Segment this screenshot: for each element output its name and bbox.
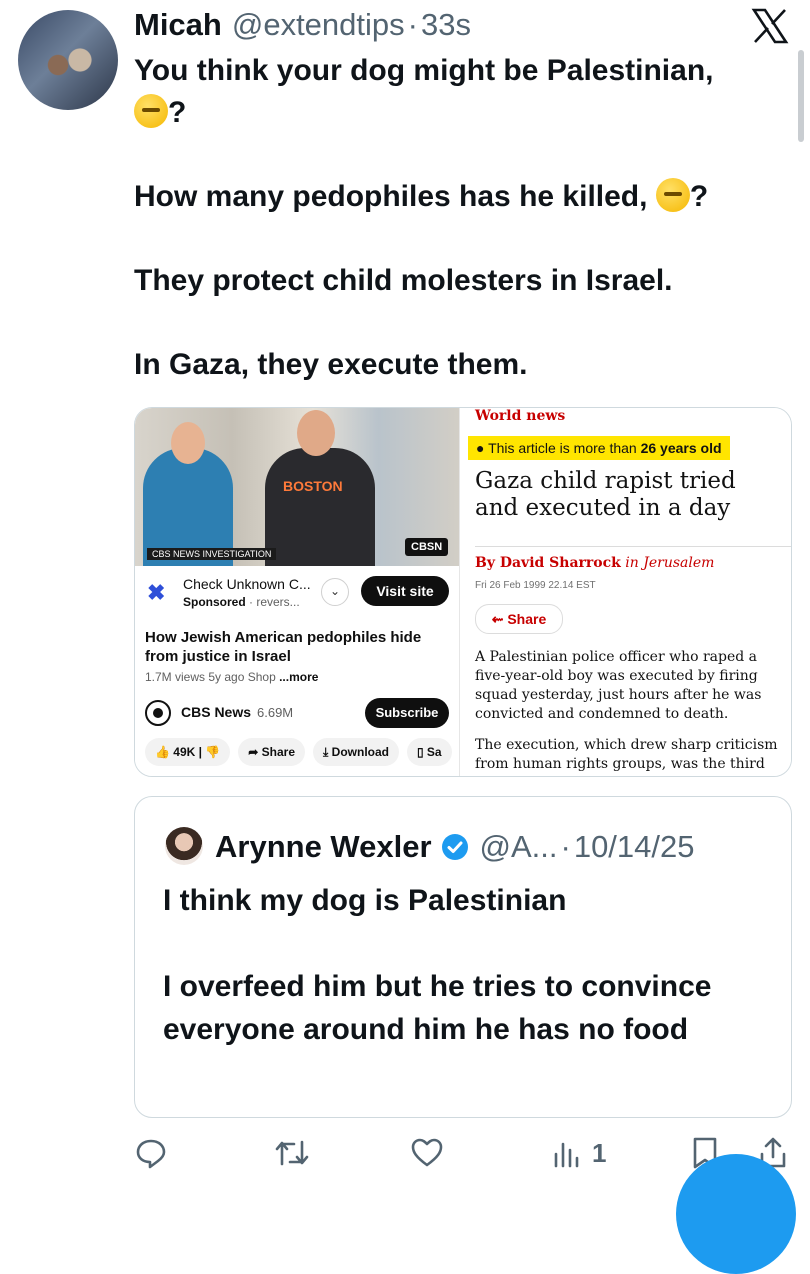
quoted-separator: ·	[560, 829, 571, 864]
article-paragraph-2: The execution, which drew sharp criticis…	[475, 737, 778, 772]
tweet-line-1: You think your dog might be Palestinian,	[134, 54, 714, 87]
quoted-tweet[interactable]: Arynne Wexler @A... · 10/14/25 I think m…	[134, 796, 792, 1118]
verified-badge-icon	[441, 834, 468, 860]
media-attachment[interactable]: BOSTON CBS NEWS INVESTIGATION CBSN ✖ Che…	[134, 407, 792, 777]
article-age-notice: ● This article is more than 26 years old	[468, 436, 730, 460]
tweet-header: Micah @extendtips · 33s	[134, 4, 471, 46]
tweet-line-3: How many pedophiles has he killed, ?	[134, 178, 709, 213]
article-share-button: ⇜ Share	[475, 604, 563, 634]
raised-eyebrow-emoji	[134, 94, 168, 128]
ad-row: ✖ Check Unknown C... Sponsored · revers.…	[135, 568, 459, 614]
channel-logo-icon	[145, 700, 171, 726]
x-logo-icon[interactable]	[750, 6, 790, 46]
video-meta: 1.7M views 5y ago Shop ...more	[145, 670, 319, 684]
retweet-button[interactable]	[274, 1130, 310, 1176]
article-byline: By David Sharrock in Jerusalem	[475, 555, 715, 571]
subscribe-button: Subscribe	[365, 698, 449, 728]
views-icon	[554, 1142, 579, 1168]
quoted-author-avatar	[165, 827, 203, 865]
tweet-text: You think your dog might be Palestinian,…	[134, 50, 794, 386]
like-chip: 👍 49K | 👎	[145, 738, 231, 766]
youtube-screenshot: BOSTON CBS NEWS INVESTIGATION CBSN ✖ Che…	[135, 408, 459, 776]
person-right	[265, 448, 375, 566]
section-label: World news	[475, 408, 566, 424]
article-date: Fri 26 Feb 1999 22.14 EST	[475, 580, 596, 591]
person-left-head	[171, 422, 205, 464]
retweet-icon	[275, 1140, 309, 1166]
views-count: 1	[592, 1137, 607, 1168]
quoted-author-name: Arynne Wexler	[215, 829, 432, 864]
investigation-badge: CBS NEWS INVESTIGATION	[147, 548, 277, 560]
like-button[interactable]	[410, 1130, 444, 1176]
video-title: How Jewish American pedophiles hide from…	[145, 629, 422, 665]
quoted-author-handle: @A...	[479, 829, 558, 864]
article-headline: Gaza child rapist tried and executed in …	[475, 468, 736, 521]
scrollbar[interactable]	[798, 50, 804, 142]
quoted-header: Arynne Wexler @A... · 10/14/25	[215, 827, 695, 867]
tweet-line-5: In Gaza, they execute them.	[134, 348, 528, 381]
video-thumbnail: BOSTON CBS NEWS INVESTIGATION CBSN	[135, 408, 459, 566]
reply-button[interactable]	[134, 1130, 168, 1176]
like-icon	[411, 1138, 443, 1167]
divider	[475, 546, 791, 547]
video-action-row: 👍 49K | 👎 ➦ Share ⤓ Download ▯ Sa	[145, 738, 452, 766]
download-chip: ⤓ Download	[313, 738, 399, 766]
tweet-time[interactable]: 33s	[421, 7, 471, 43]
visit-site-button: Visit site	[361, 576, 449, 606]
save-chip: ▯ Sa	[406, 738, 452, 766]
tweet-line-2: ?	[134, 92, 794, 134]
views-button[interactable]: 1	[552, 1130, 606, 1176]
reply-icon	[136, 1139, 166, 1169]
shirt-text: BOSTON	[283, 478, 343, 494]
cbsn-logo: CBSN	[405, 538, 449, 556]
separator-dot: ·	[407, 7, 418, 42]
ad-logo-icon: ✖	[147, 580, 166, 605]
quoted-line-2: I overfeed him but he tries to convince …	[163, 970, 712, 1046]
guardian-screenshot: World news ● This article is more than 2…	[460, 408, 791, 776]
thinking-face-emoji	[655, 178, 690, 212]
compose-fab-button[interactable]	[676, 1154, 796, 1274]
ad-subtitle: Sponsored · revers...	[183, 595, 300, 609]
ad-title: Check Unknown C...	[183, 576, 311, 592]
quoted-date: 10/14/25	[573, 829, 695, 864]
article-paragraph-1: A Palestinian police officer who raped a…	[475, 649, 762, 722]
author-handle[interactable]: @extendtips	[232, 7, 405, 43]
subscriber-count: 6.69M	[257, 705, 294, 720]
quoted-line-1: I think my dog is Palestinian	[163, 884, 567, 917]
person-right-head	[297, 410, 335, 456]
share-chip: ➦ Share	[238, 738, 306, 766]
chevron-down-icon: ⌄	[321, 578, 349, 606]
author-avatar[interactable]	[18, 10, 118, 110]
channel-name: CBS News	[181, 704, 252, 720]
quoted-text: I think my dog is Palestinian I overfeed…	[163, 879, 763, 1051]
author-name[interactable]: Micah	[134, 7, 222, 43]
tweet-line-4: They protect child molesters in Israel.	[134, 264, 673, 297]
